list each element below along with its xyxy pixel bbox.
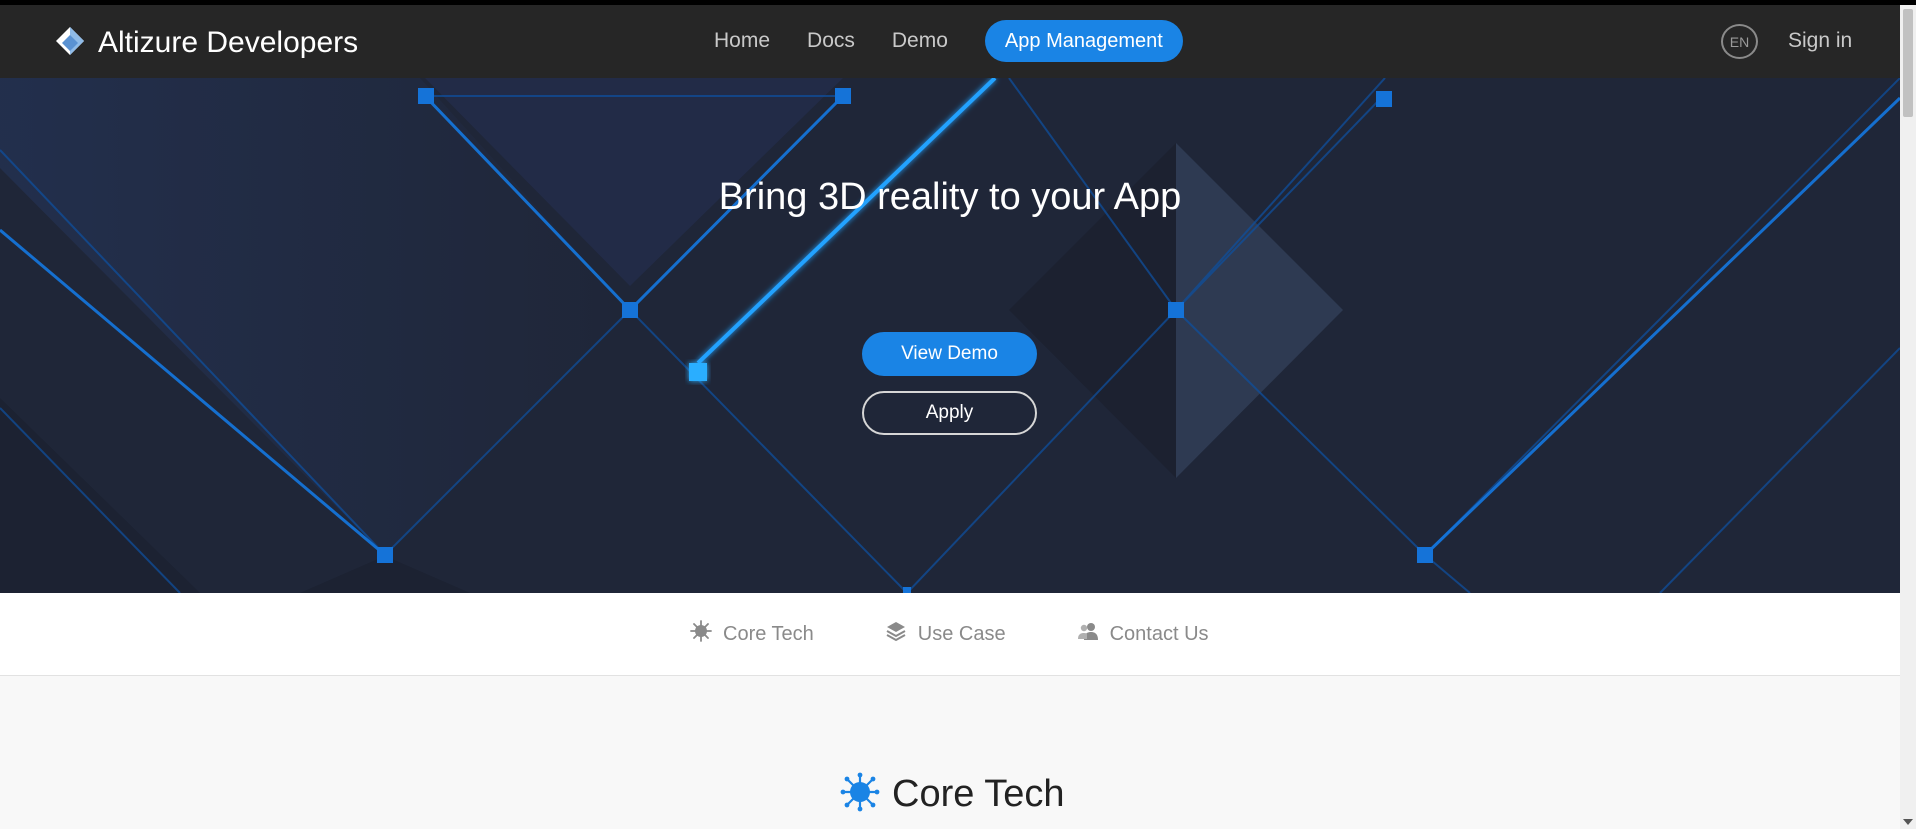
core-tech-heading: Core Tech [840, 772, 1065, 817]
main-nav: Home Docs Demo App Management [714, 20, 1183, 62]
section-nav: Core Tech Use Case Contact Us [0, 593, 1900, 676]
navbar: Altizure Developers Home Docs Demo App M… [0, 5, 1900, 78]
scrollbar-thumb[interactable] [1903, 9, 1913, 117]
language-toggle[interactable]: EN [1721, 24, 1758, 59]
hero-banner: Bring 3D reality to your App View Demo A… [0, 78, 1900, 593]
virus-icon [689, 619, 723, 649]
section-nav-contact-us[interactable]: Contact Us [1076, 619, 1209, 649]
section-nav-label: Contact Us [1109, 622, 1209, 645]
virus-icon [840, 772, 880, 817]
nav-docs[interactable]: Docs [807, 29, 855, 53]
apply-button[interactable]: Apply [862, 391, 1037, 435]
section-nav-core-tech[interactable]: Core Tech [689, 619, 814, 649]
altizure-logo-icon [54, 25, 86, 62]
brand-name: Altizure Developers [98, 26, 359, 59]
users-icon [1076, 619, 1110, 649]
sign-in-link[interactable]: Sign in [1788, 29, 1852, 53]
view-demo-button[interactable]: View Demo [862, 332, 1037, 376]
page-scrollbar[interactable] [1900, 5, 1916, 829]
scroll-down-arrow-icon[interactable] [1903, 819, 1913, 825]
section-title: Core Tech [892, 773, 1065, 815]
hero-title: Bring 3D reality to your App [718, 176, 1182, 218]
layers-icon [884, 619, 918, 649]
section-nav-label: Core Tech [723, 622, 814, 645]
app-management-button[interactable]: App Management [984, 20, 1183, 62]
brand[interactable]: Altizure Developers [54, 23, 358, 63]
nav-demo[interactable]: Demo [892, 29, 948, 53]
section-nav-label: Use Case [917, 622, 1006, 645]
section-nav-use-case[interactable]: Use Case [884, 619, 1006, 649]
nav-home[interactable]: Home [714, 29, 770, 53]
